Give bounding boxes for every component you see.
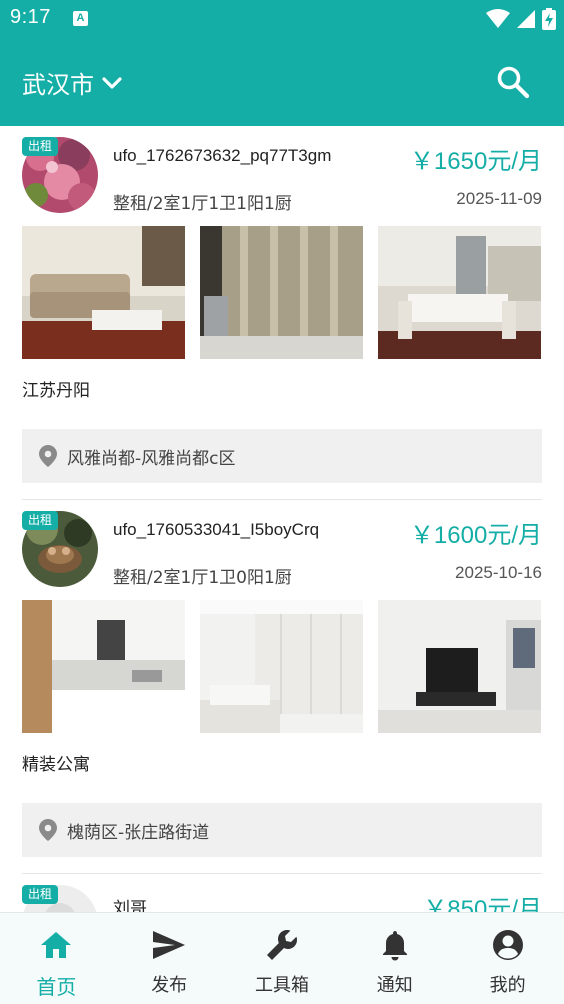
city-label: 武汉市	[22, 71, 94, 99]
search-icon	[497, 66, 530, 99]
room-layout: 整租/2室1厅1卫0阳1厨	[113, 568, 292, 588]
nav-profile-label: 我的	[489, 975, 526, 996]
battery-icon	[542, 8, 556, 30]
listing-title: 江苏丹阳	[22, 381, 90, 401]
post-date: 2025-11-09	[456, 189, 542, 208]
nav-home-label: 首页	[36, 975, 77, 999]
listing-card[interactable]: 出租 ufo_1762673632_pq77T3gm ￥1650元/月 整租/2…	[0, 126, 564, 500]
notification-a-icon: A	[73, 11, 88, 26]
listing-card[interactable]: 出租 ufo_1760533041_I5boyCrq ￥1600元/月 整租/2…	[0, 500, 564, 874]
chevron-down-icon	[102, 76, 122, 89]
status-icons	[486, 8, 556, 30]
photo-row	[22, 226, 542, 359]
photo-row	[22, 600, 542, 733]
bottom-nav: 首页 发布 工具箱 通知 我的	[0, 912, 564, 1004]
post-date: 2025-10-16	[455, 563, 542, 582]
address-text: 槐荫区-张庄路街道	[67, 822, 210, 843]
listing-feed[interactable]: 出租 ufo_1762673632_pq77T3gm ￥1650元/月 整租/2…	[0, 126, 564, 912]
status-time: 9:17	[10, 6, 51, 28]
price: ￥1600元/月	[409, 522, 542, 549]
address-text: 风雅尚都-风雅尚都c区	[67, 448, 236, 469]
rent-badge: 出租	[22, 137, 59, 156]
user-name: 刘哥	[113, 899, 147, 912]
listing-photo[interactable]	[200, 226, 363, 359]
listing-photo[interactable]	[378, 600, 541, 733]
signal-icon	[517, 10, 535, 28]
rent-badge: 出租	[22, 885, 59, 904]
nav-notifications-label: 通知	[376, 975, 413, 996]
rent-badge: 出租	[22, 511, 59, 530]
nav-notifications[interactable]: 通知	[338, 913, 451, 1004]
room-layout: 整租/2室1厅1卫1阳1厨	[113, 194, 292, 214]
user-name: ufo_1762673632_pq77T3gm	[113, 146, 332, 165]
listing-photo[interactable]	[22, 226, 185, 359]
nav-toolbox[interactable]: 工具箱	[226, 913, 339, 1004]
location-pin-icon	[39, 445, 57, 467]
listing-title: 精装公寓	[22, 755, 90, 775]
wifi-icon	[486, 9, 510, 28]
nav-profile[interactable]: 我的	[451, 913, 564, 1004]
user-name: ufo_1760533041_I5boyCrq	[113, 520, 320, 539]
bell-icon	[382, 931, 407, 961]
status-bar: 9:17 A	[0, 0, 564, 38]
nav-toolbox-label: 工具箱	[254, 975, 309, 996]
send-icon	[153, 931, 186, 959]
nav-home[interactable]: 首页	[0, 913, 113, 1004]
nav-publish-label: 发布	[151, 975, 188, 996]
home-icon	[41, 932, 72, 958]
nav-publish[interactable]: 发布	[113, 913, 226, 1004]
search-button[interactable]	[496, 65, 530, 99]
price: ￥1650元/月	[409, 148, 542, 175]
listing-card[interactable]: 出租 刘哥 ￥850元/月	[0, 874, 564, 912]
address-bar[interactable]: 槐荫区-张庄路街道	[22, 803, 542, 857]
listing-photo[interactable]	[200, 600, 363, 733]
location-pin-icon	[39, 819, 57, 841]
city-selector[interactable]: 武汉市	[22, 65, 122, 100]
price: ￥850元/月	[423, 896, 542, 912]
wrench-icon	[266, 930, 297, 960]
address-bar[interactable]: 风雅尚都-风雅尚都c区	[22, 429, 542, 483]
listing-photo[interactable]	[22, 600, 185, 733]
listing-photo[interactable]	[378, 226, 541, 359]
account-icon	[492, 930, 523, 960]
app-bar: 武汉市	[0, 38, 564, 126]
